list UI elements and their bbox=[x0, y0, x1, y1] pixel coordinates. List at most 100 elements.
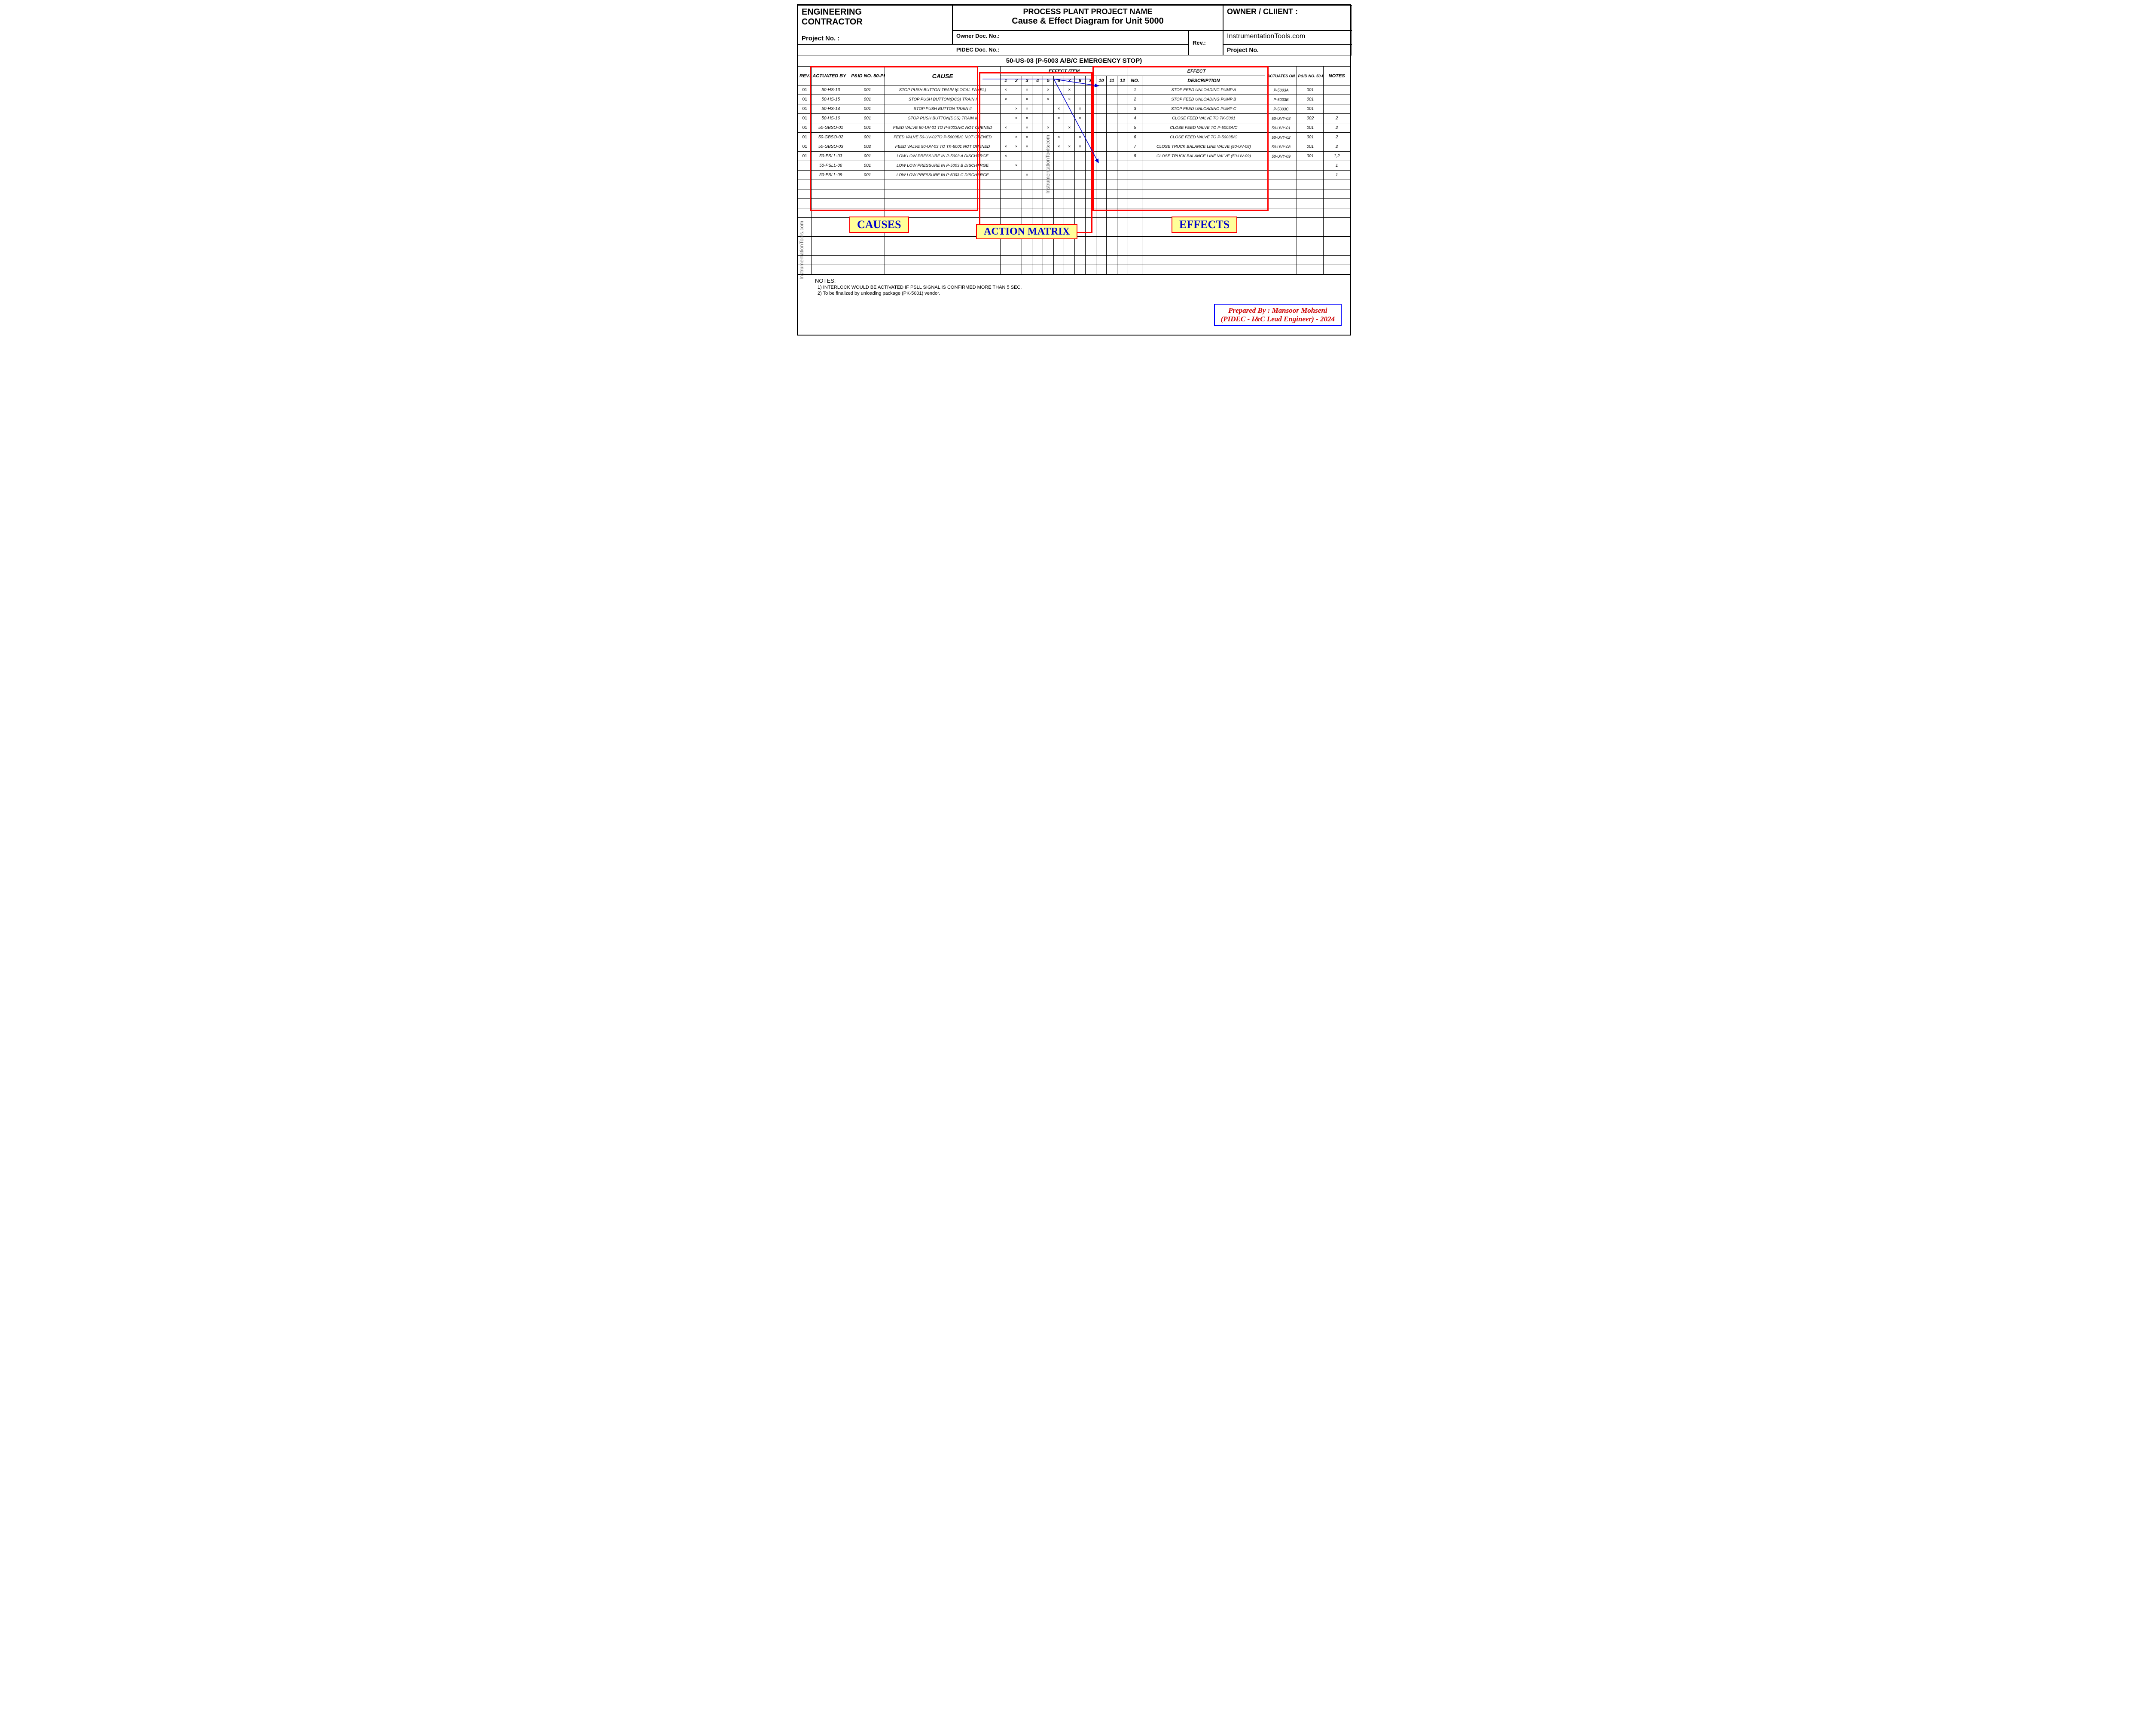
cell-no bbox=[1128, 180, 1142, 189]
cell-matrix bbox=[1107, 114, 1117, 123]
cell-matrix bbox=[1032, 152, 1043, 161]
cell-cause: FEED VALVE 50-UV-02TO P-5003B/C NOT OPEN… bbox=[885, 133, 1000, 142]
header: ENGINEERING CONTRACTOR Project No. : PRO… bbox=[798, 5, 1350, 55]
cell-matrix bbox=[1011, 180, 1022, 189]
cell-pid: 001 bbox=[850, 171, 885, 180]
cell-matrix bbox=[1064, 133, 1075, 142]
cell-matrix bbox=[1022, 142, 1032, 152]
cell-pid2: 001 bbox=[1297, 95, 1324, 104]
cell-matrix bbox=[1085, 85, 1096, 95]
project-no-label: Project No. : bbox=[802, 35, 949, 42]
cell-note bbox=[1324, 104, 1350, 114]
cell-matrix bbox=[1043, 265, 1054, 275]
owner-proj-label: Project No. bbox=[1223, 44, 1352, 55]
cell-aon bbox=[1265, 161, 1297, 171]
cell-matrix bbox=[1085, 199, 1096, 208]
cell-matrix bbox=[1096, 237, 1107, 246]
col-num-2: 2 bbox=[1011, 76, 1022, 85]
cell-rev: 01 bbox=[798, 142, 812, 152]
cell-matrix bbox=[1022, 246, 1032, 256]
col-cause: CAUSE bbox=[885, 67, 1000, 85]
cell-matrix bbox=[1107, 152, 1117, 161]
table-row: 0150-GBSO-03002FEED VALVE 50-UV-03 TO TK… bbox=[798, 142, 1350, 152]
cell-matrix bbox=[1117, 227, 1128, 237]
cell-cause bbox=[885, 265, 1000, 275]
cell-cause: STOP PUSH BUTTON(DCS) TRAIN II bbox=[885, 114, 1000, 123]
cell-no bbox=[1128, 199, 1142, 208]
cell-rev bbox=[798, 199, 812, 208]
cell-matrix bbox=[1032, 265, 1043, 275]
cell-matrix bbox=[1117, 180, 1128, 189]
cell-matrix bbox=[1032, 246, 1043, 256]
cell-matrix bbox=[1032, 114, 1043, 123]
cell-cause: LOW LOW PRESSURE IN P-5003 A DISCHARGE bbox=[885, 152, 1000, 161]
table-row: 0150-HS-16001STOP PUSH BUTTON(DCS) TRAIN… bbox=[798, 114, 1350, 123]
cell-note bbox=[1324, 256, 1350, 265]
note-line: 1) INTERLOCK WOULD BE ACTIVATED IF PSLL … bbox=[818, 285, 1346, 290]
cell-matrix bbox=[1064, 246, 1075, 256]
cell-pid2: 001 bbox=[1297, 123, 1324, 133]
cell-matrix bbox=[1064, 104, 1075, 114]
cell-actuated bbox=[812, 227, 850, 237]
cell-aon bbox=[1265, 199, 1297, 208]
table-row bbox=[798, 246, 1350, 256]
cell-matrix bbox=[1107, 265, 1117, 275]
cell-matrix bbox=[1043, 114, 1054, 123]
cell-matrix bbox=[1032, 104, 1043, 114]
cell-matrix bbox=[1064, 171, 1075, 180]
col-num-5: 5 bbox=[1043, 76, 1054, 85]
col-num-10: 10 bbox=[1096, 76, 1107, 85]
cell-rev: 01 bbox=[798, 95, 812, 104]
cell-matrix bbox=[1085, 265, 1096, 275]
cell-matrix bbox=[1022, 171, 1032, 180]
cell-cause bbox=[885, 180, 1000, 189]
cell-matrix bbox=[1043, 104, 1054, 114]
cell-aon bbox=[1265, 218, 1297, 227]
cell-no bbox=[1128, 161, 1142, 171]
cell-matrix bbox=[1022, 152, 1032, 161]
cell-desc bbox=[1142, 199, 1265, 208]
cell-matrix bbox=[1064, 142, 1075, 152]
cell-no bbox=[1128, 171, 1142, 180]
cell-rev bbox=[798, 189, 812, 199]
cell-matrix bbox=[1043, 246, 1054, 256]
cell-matrix bbox=[1001, 171, 1011, 180]
cell-pid2 bbox=[1297, 256, 1324, 265]
cell-aon: 50-UVY-03 bbox=[1265, 114, 1297, 123]
cell-note bbox=[1324, 237, 1350, 246]
cell-pid bbox=[850, 256, 885, 265]
col-pid-no: P&ID NO. 50-PR-PID- bbox=[850, 67, 885, 85]
cell-actuated: 50-HS-13 bbox=[812, 85, 850, 95]
cell-aon bbox=[1265, 227, 1297, 237]
cell-actuated bbox=[812, 199, 850, 208]
cell-matrix bbox=[1011, 161, 1022, 171]
cell-matrix bbox=[1032, 199, 1043, 208]
causes-label: CAUSES bbox=[849, 217, 909, 233]
cell-actuated: 50-HS-16 bbox=[812, 114, 850, 123]
cell-aon: 50-UVY-01 bbox=[1265, 123, 1297, 133]
cell-actuated: 50-HS-15 bbox=[812, 95, 850, 104]
cell-actuated: 50-PSLL-03 bbox=[812, 152, 850, 161]
cell-matrix bbox=[1022, 85, 1032, 95]
owner-url: InstrumentationTools.com bbox=[1223, 31, 1352, 45]
cell-matrix bbox=[1085, 152, 1096, 161]
cell-matrix bbox=[1107, 256, 1117, 265]
cell-matrix bbox=[1117, 208, 1128, 218]
cell-matrix bbox=[1001, 265, 1011, 275]
cell-matrix bbox=[1032, 123, 1043, 133]
cell-pid: 001 bbox=[850, 133, 885, 142]
cell-cause bbox=[885, 246, 1000, 256]
cell-pid bbox=[850, 265, 885, 275]
cell-matrix bbox=[1053, 189, 1064, 199]
note-line: 2) To be finalized by unloading package … bbox=[818, 291, 1346, 296]
cell-matrix bbox=[1011, 85, 1022, 95]
owner-label: OWNER / CLIIENT : bbox=[1223, 5, 1352, 31]
col-num-12: 12 bbox=[1117, 76, 1128, 85]
table-row: 0150-GBSO-02001FEED VALVE 50-UV-02TO P-5… bbox=[798, 133, 1350, 142]
cell-rev: 01 bbox=[798, 85, 812, 95]
cell-matrix bbox=[1107, 180, 1117, 189]
cell-matrix bbox=[1096, 133, 1107, 142]
cell-cause: LOW LOW PRESSURE IN P-5003 B DISCHARGE bbox=[885, 161, 1000, 171]
cell-matrix bbox=[1043, 85, 1054, 95]
cell-matrix bbox=[1096, 189, 1107, 199]
